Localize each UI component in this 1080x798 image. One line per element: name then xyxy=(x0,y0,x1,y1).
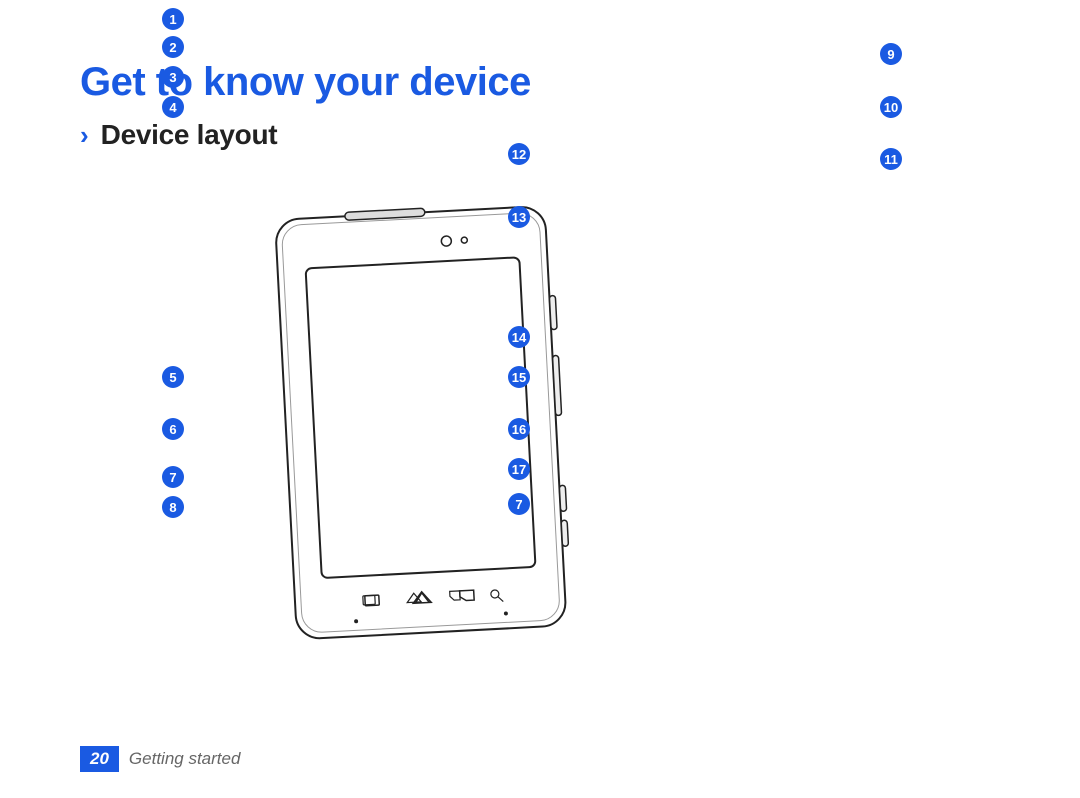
page-title: Get to know your device xyxy=(80,60,1000,105)
page-footer: 20 Getting started xyxy=(80,746,240,772)
callout-7: 7 xyxy=(162,466,184,488)
chevron-right-icon: › xyxy=(80,122,89,148)
callout-15: 15 xyxy=(508,366,530,388)
subheading: Device layout xyxy=(101,119,278,151)
manual-page: Get to know your device › Device layout xyxy=(0,0,1080,798)
callout-10: 10 xyxy=(880,96,902,118)
callout-12: 12 xyxy=(508,143,530,165)
callout-6: 6 xyxy=(162,418,184,440)
callout-16: 16 xyxy=(508,418,530,440)
callout-4: 4 xyxy=(162,96,184,118)
device-layout-diagram xyxy=(70,175,990,735)
page-number: 20 xyxy=(80,746,119,772)
callout-3: 3 xyxy=(162,66,184,88)
callout-5: 5 xyxy=(162,366,184,388)
callout-7b: 7 xyxy=(508,493,530,515)
section-label: Getting started xyxy=(129,749,241,769)
subheading-row: › Device layout xyxy=(80,119,1000,151)
callout-8: 8 xyxy=(162,496,184,518)
callout-17: 17 xyxy=(508,458,530,480)
callout-13: 13 xyxy=(508,206,530,228)
diagram-svg xyxy=(70,175,990,735)
callout-11: 11 xyxy=(880,148,902,170)
callout-14: 14 xyxy=(508,326,530,348)
callout-9: 9 xyxy=(880,43,902,65)
callout-2: 2 xyxy=(162,36,184,58)
callout-1: 1 xyxy=(162,8,184,30)
